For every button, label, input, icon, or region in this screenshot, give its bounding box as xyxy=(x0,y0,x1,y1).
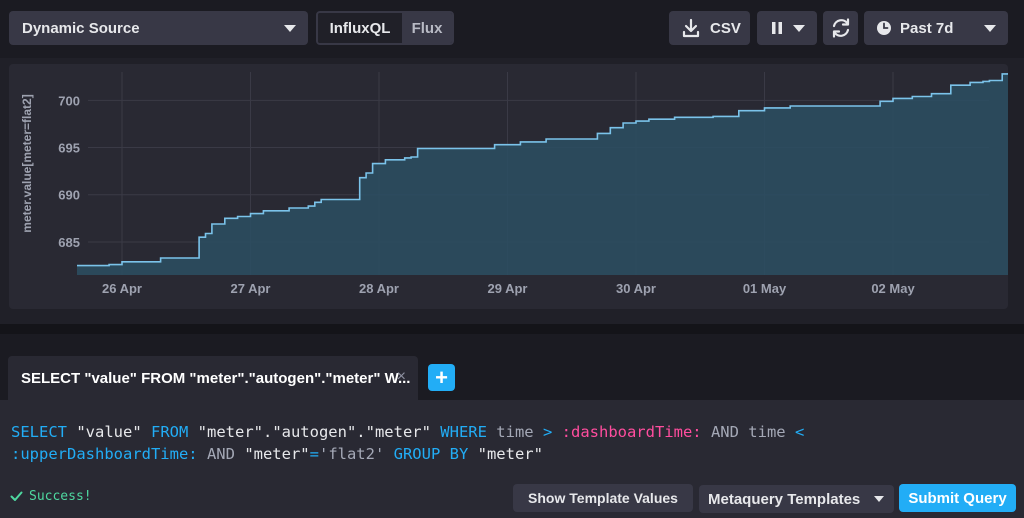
source-label: Dynamic Source xyxy=(22,19,140,37)
chevron-down-icon xyxy=(793,25,805,32)
download-icon xyxy=(682,18,700,38)
pause-icon xyxy=(772,22,782,34)
checkmark-icon xyxy=(10,491,23,501)
autorefresh-dropdown[interactable] xyxy=(757,11,817,45)
line-graph[interactable]: 685 690 695 700 26 Apr 27 Apr 28 Apr 29 Apr 30 A… xyxy=(9,64,1008,309)
x-tick-label: 28 Apr xyxy=(359,281,399,296)
y-axis-label: meter.value[meter=flat2] xyxy=(20,94,34,232)
chevron-down-icon xyxy=(874,496,884,502)
query-field: "value" xyxy=(67,423,151,441)
template-upper-dashboard-time: :upperDashboardTime: xyxy=(11,445,198,463)
clock-icon xyxy=(877,21,891,35)
status-text: Success! xyxy=(29,489,92,504)
show-template-values-button[interactable]: Show Template Values xyxy=(513,484,693,512)
csv-label: CSV xyxy=(710,19,741,37)
time-range-label: Past 7d xyxy=(900,19,954,37)
keyword-group-by: GROUP BY xyxy=(393,445,469,463)
y-tick-label: 700 xyxy=(58,93,80,108)
metaquery-label: Metaquery Templates xyxy=(708,490,861,508)
x-tick-label: 29 Apr xyxy=(488,281,528,296)
query-space xyxy=(552,423,561,441)
keyword-select: SELECT xyxy=(11,423,67,441)
x-tick-label: 30 Apr xyxy=(616,281,656,296)
query-tag-key: "meter" xyxy=(244,445,310,463)
x-tick-label: 27 Apr xyxy=(231,281,271,296)
template-dashboard-time: :dashboardTime: xyxy=(561,423,702,441)
source-dropdown[interactable]: Dynamic Source xyxy=(9,11,308,45)
y-tick-label: 685 xyxy=(58,235,80,250)
x-tick-label: 02 May xyxy=(871,281,915,296)
y-tick-label: 695 xyxy=(58,141,80,156)
operator-lt: < xyxy=(794,423,805,441)
submit-query-button[interactable]: Submit Query xyxy=(899,484,1016,512)
x-tick-label: 26 Apr xyxy=(102,281,142,296)
add-query-button[interactable]: + xyxy=(428,364,455,391)
resize-divider[interactable] xyxy=(0,324,1024,334)
y-tick-label: 690 xyxy=(58,188,80,203)
query-tag-value: 'flat2' xyxy=(318,445,394,463)
query-tab[interactable]: SELECT "value" FROM "meter"."autogen"."m… xyxy=(8,356,418,400)
close-icon[interactable]: × xyxy=(397,368,406,386)
query-status: Success! xyxy=(10,489,92,504)
time-range-dropdown[interactable]: Past 7d xyxy=(864,11,1008,45)
query-measurement: "meter"."autogen"."meter" xyxy=(188,423,441,441)
query-language-toggle: InfluxQL Flux xyxy=(316,11,454,45)
chevron-down-icon xyxy=(984,25,996,32)
x-tick-label: 01 May xyxy=(743,281,787,296)
refresh-icon xyxy=(832,18,849,38)
refresh-button[interactable] xyxy=(823,11,858,45)
chevron-down-icon xyxy=(284,25,296,32)
query-group-tag: "meter" xyxy=(468,445,543,463)
operator-gt: > xyxy=(542,423,553,441)
query-time: time xyxy=(486,423,543,441)
query-text[interactable]: SELECT "value" FROM "meter"."autogen"."m… xyxy=(11,421,804,465)
keyword-from: FROM xyxy=(151,423,189,441)
operator-eq: = xyxy=(309,445,319,463)
query-and-time: AND time xyxy=(701,423,795,441)
query-and: AND xyxy=(197,445,245,463)
flux-option[interactable]: Flux xyxy=(402,13,452,43)
csv-download-button[interactable]: CSV xyxy=(669,11,750,45)
keyword-where: WHERE xyxy=(440,423,487,441)
query-tab-label: SELECT "value" FROM "meter"."autogen"."m… xyxy=(21,369,411,387)
metaquery-templates-dropdown[interactable]: Metaquery Templates xyxy=(699,485,894,513)
influxql-option[interactable]: InfluxQL xyxy=(318,13,402,43)
graph-panel: 685 690 695 700 26 Apr 27 Apr 28 Apr 29 Apr 30 A… xyxy=(9,64,1008,309)
series-area xyxy=(77,73,1008,275)
